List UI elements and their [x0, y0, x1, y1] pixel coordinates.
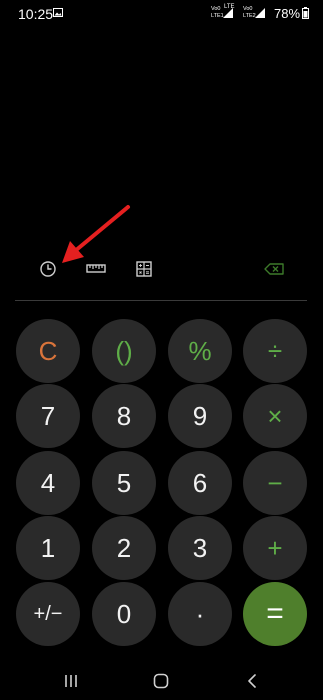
ruler-icon[interactable]	[84, 257, 108, 281]
sim2-signal: Vo0 LTE2	[243, 5, 267, 21]
signal-icon	[255, 8, 265, 18]
digit-3-button[interactable]: 3	[168, 516, 232, 580]
navigation-bar	[0, 660, 323, 700]
percent-button[interactable]: %	[168, 319, 232, 383]
home-icon[interactable]	[151, 672, 171, 690]
digit-2-button[interactable]: 2	[92, 516, 156, 580]
sim2-volte-label: Vo0	[243, 6, 253, 12]
battery-percent: 78%	[274, 6, 301, 21]
battery-icon	[302, 7, 309, 19]
parentheses-button[interactable]: ()	[92, 319, 156, 383]
divider	[15, 300, 307, 301]
digit-5-button[interactable]: 5	[92, 451, 156, 515]
minus-button[interactable]: −	[243, 451, 307, 515]
digit-8-button[interactable]: 8	[92, 384, 156, 448]
gallery-icon	[53, 8, 63, 17]
status-time: 10:25	[18, 6, 54, 22]
clear-button[interactable]: C	[16, 319, 80, 383]
status-bar: 10:25 Vo0 LTE1 LTE Vo0 LTE2 78%	[0, 0, 323, 28]
history-icon[interactable]	[36, 257, 60, 281]
network-type: LTE	[224, 4, 235, 10]
digit-7-button[interactable]: 7	[16, 384, 80, 448]
annotation-arrow-icon	[62, 205, 130, 263]
digit-4-button[interactable]: 4	[16, 451, 80, 515]
decimal-button[interactable]: ·	[168, 582, 232, 646]
back-icon[interactable]	[243, 672, 263, 690]
digit-9-button[interactable]: 9	[168, 384, 232, 448]
multiply-button[interactable]: ×	[243, 384, 307, 448]
divide-button[interactable]: ÷	[243, 319, 307, 383]
scientific-icon[interactable]	[132, 257, 156, 281]
digit-1-button[interactable]: 1	[16, 516, 80, 580]
sign-toggle-button[interactable]: +/−	[16, 582, 80, 646]
digit-0-button[interactable]: 0	[92, 582, 156, 646]
plus-button[interactable]: +	[243, 516, 307, 580]
backspace-icon[interactable]	[262, 257, 286, 281]
keypad: C () % ÷ 7 8 9 × 4 5 6 − 1 2 3 + +/− 0 ·…	[0, 0, 323, 700]
recent-apps-icon[interactable]	[61, 672, 81, 690]
digit-6-button[interactable]: 6	[168, 451, 232, 515]
calculator-screen: 10:25 Vo0 LTE1 LTE Vo0 LTE2 78% C () % ÷…	[0, 0, 323, 700]
sim1-volte-label: Vo0	[211, 6, 221, 12]
equals-button[interactable]: =	[243, 582, 307, 646]
